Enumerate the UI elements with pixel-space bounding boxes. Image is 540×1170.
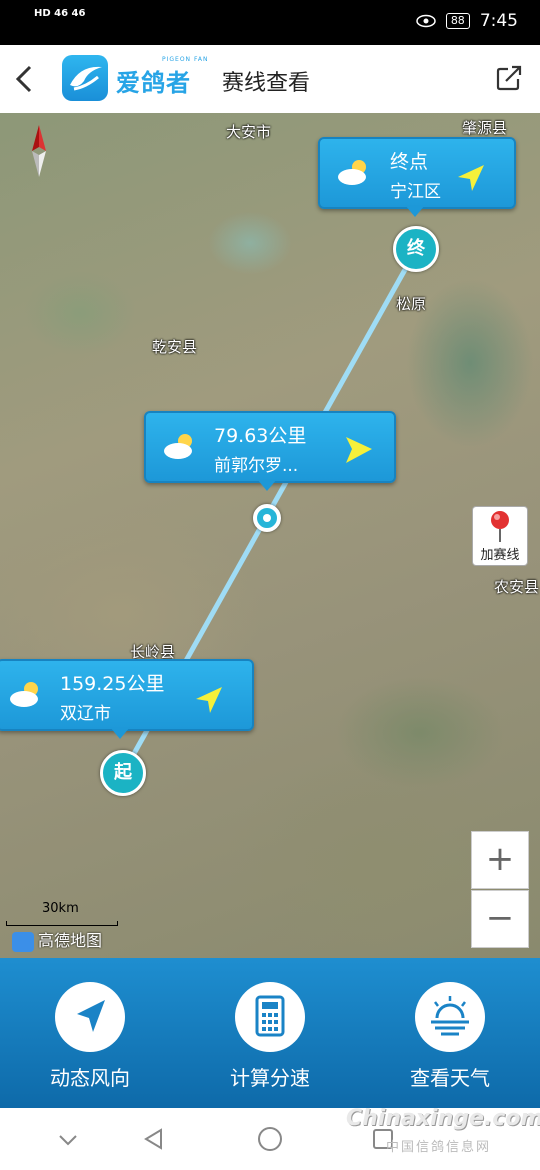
wind-arrow-icon — [346, 437, 372, 463]
map-label-songyuan: 松原 — [396, 295, 427, 313]
nav-back-icon[interactable] — [142, 1127, 166, 1151]
map-provider-name: 高德地图 — [38, 931, 103, 950]
nav-down-chevron-icon[interactable] — [56, 1128, 80, 1152]
compass-icon[interactable] — [26, 123, 52, 179]
map-pin-icon — [491, 511, 509, 542]
watermark-subtitle: 中国信鸽信息网 — [386, 1140, 492, 1155]
zoom-in-button[interactable]: + — [471, 831, 529, 889]
view-weather-label: 查看天气 — [410, 1066, 490, 1090]
app-name: 爱鸽者 — [116, 69, 191, 97]
back-arrow-icon[interactable] — [10, 59, 42, 99]
start-point-location: 双辽市 — [60, 704, 111, 724]
mid-point-info-box[interactable]: 79.63公里 前郭尔罗... — [144, 411, 396, 483]
add-route-label: 加赛线 — [480, 548, 520, 563]
map-label-nongan: 农安县 — [494, 578, 540, 596]
battery-indicator: 88 — [445, 13, 470, 29]
calculate-speed-button[interactable]: 计算分速 — [190, 982, 350, 1102]
view-weather-button[interactable]: 查看天气 — [370, 982, 530, 1102]
wind-arrow-icon — [458, 165, 484, 191]
watermark: Chinaxinge.com — [346, 1106, 540, 1131]
end-box-pointer — [405, 205, 425, 217]
wind-arrow-icon — [196, 687, 222, 713]
route-line — [119, 248, 419, 777]
zoom-out-button[interactable]: − — [471, 890, 529, 948]
wind-direction-icon — [55, 982, 125, 1052]
status-bar: HD 46 46 88 7:45 — [0, 0, 540, 45]
map-provider-logo: 高德地图 — [12, 927, 102, 952]
map-label-zhaoyuan: 肇源县 — [462, 119, 508, 137]
clock: 7:45 — [479, 11, 518, 31]
map-label-qianan: 乾安县 — [152, 338, 198, 356]
start-point-distance: 159.25公里 — [60, 673, 165, 695]
scale-bar — [6, 921, 118, 926]
start-point-info-box[interactable]: 159.25公里 双辽市 — [0, 659, 254, 731]
partly-cloudy-icon — [164, 434, 192, 459]
mid-box-pointer — [257, 479, 277, 491]
app-logo-icon — [62, 55, 108, 101]
mid-point-marker[interactable] — [253, 504, 281, 532]
mid-point-distance: 79.63公里 — [214, 425, 307, 447]
app-header: PIGEON FAN 爱鸽者 赛线查看 — [0, 45, 540, 114]
share-icon[interactable] — [494, 63, 524, 93]
add-route-button[interactable]: 加赛线 — [472, 506, 528, 566]
end-point-location: 宁江区 — [390, 182, 441, 202]
calculator-icon — [235, 982, 305, 1052]
calculate-speed-label: 计算分速 — [230, 1066, 310, 1090]
eye-icon — [416, 14, 436, 28]
start-marker[interactable]: 起 — [100, 750, 146, 796]
end-point-info-box[interactable]: 终点 宁江区 — [318, 137, 516, 209]
app-name-subtitle: PIGEON FAN — [162, 56, 209, 63]
partly-cloudy-icon — [338, 160, 366, 185]
start-box-pointer — [110, 727, 130, 739]
wind-direction-button[interactable]: 动态风向 — [10, 982, 170, 1102]
nav-home-icon[interactable] — [257, 1126, 283, 1152]
weather-icon — [415, 982, 485, 1052]
end-point-title: 终点 — [390, 151, 429, 173]
mid-point-location: 前郭尔罗... — [214, 456, 299, 476]
amap-logo-icon — [12, 931, 34, 952]
partly-cloudy-icon — [10, 682, 38, 707]
scale-label: 30km — [42, 901, 79, 916]
network-indicators: HD 46 46 — [34, 8, 86, 19]
map-label-daan: 大安市 — [226, 123, 272, 141]
wind-direction-label: 动态风向 — [50, 1066, 130, 1090]
bottom-action-panel: 动态风向 计算分速 查看天气 — [0, 958, 540, 1108]
end-marker[interactable]: 终 — [393, 226, 439, 272]
satellite-map[interactable]: 大安市 肇源县 松原 乾安县 农安县 长岭县 旗 终点 宁江区 79.63公里 … — [0, 113, 540, 958]
page-title: 赛线查看 — [222, 71, 311, 96]
